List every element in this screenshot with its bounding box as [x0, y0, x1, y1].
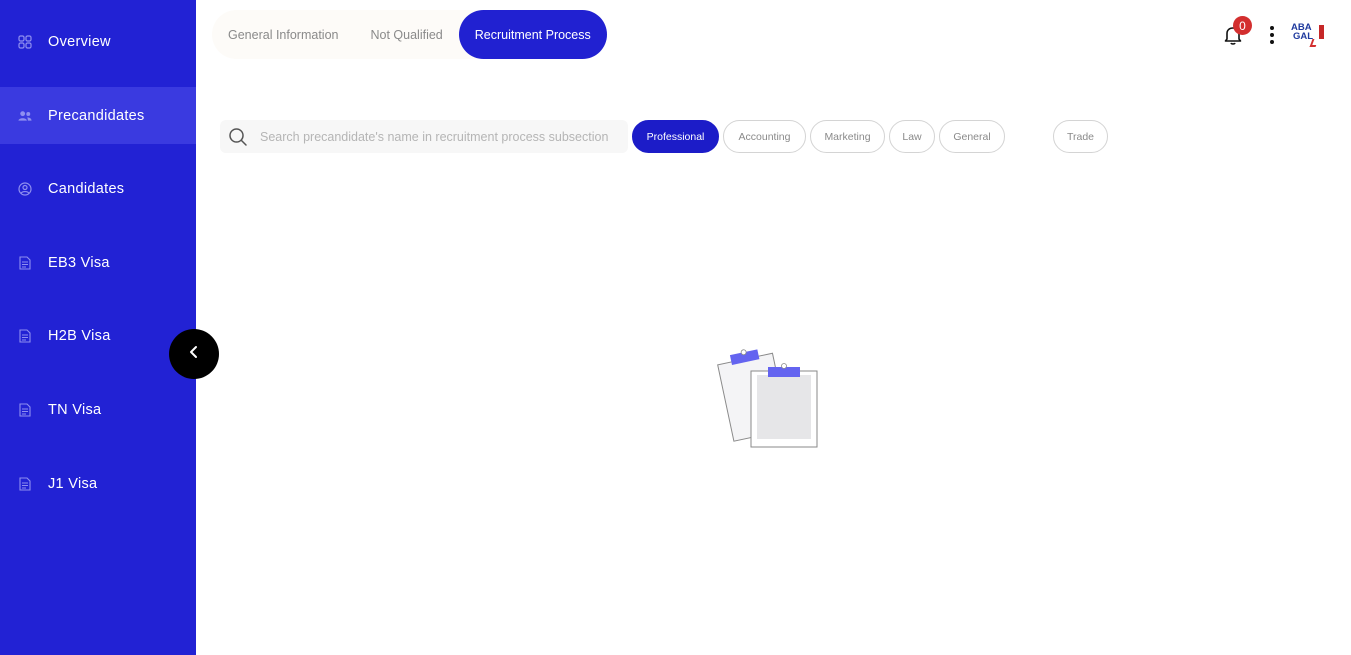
logo-swoosh — [1309, 39, 1319, 47]
tab-recruitment-process[interactable]: Recruitment Process — [458, 10, 607, 59]
notification-count-badge: 0 — [1233, 16, 1252, 35]
bell-icon — [1222, 27, 1244, 50]
sidebar-item-label: EB3 Visa — [48, 254, 110, 271]
more-vertical-icon — [1270, 26, 1274, 30]
tab-general-information[interactable]: General Information — [212, 10, 354, 59]
section-tabs: General Information Not Qualified Recrui… — [212, 10, 607, 59]
sidebar-item-overview[interactable]: Overview — [0, 13, 196, 70]
search-bar — [220, 120, 628, 153]
clipboard-empty-icon — [714, 347, 820, 449]
sidebar-item-eb3-visa[interactable]: EB3 Visa — [0, 234, 196, 291]
sidebar-item-candidates[interactable]: Candidates — [0, 160, 196, 217]
sidebar-item-label: Precandidates — [48, 107, 145, 124]
sidebar-item-label: J1 Visa — [48, 475, 98, 492]
sidebar-item-label: Overview — [48, 33, 111, 50]
document-icon — [18, 402, 32, 417]
user-circle-icon — [18, 181, 32, 196]
search-icon — [228, 127, 248, 147]
sidebar-collapse-button[interactable] — [169, 329, 219, 379]
filter-chip-accounting[interactable]: Accounting — [723, 120, 806, 153]
sidebar-item-j1-visa[interactable]: J1 Visa — [0, 455, 196, 512]
filter-chip-professional[interactable]: Professional — [632, 120, 719, 153]
sidebar-item-tn-visa[interactable]: TN Visa — [0, 381, 196, 438]
grid-icon — [18, 34, 32, 49]
filter-chip-marketing[interactable]: Marketing — [810, 120, 885, 153]
document-icon — [18, 476, 32, 491]
sidebar-item-label: H2B Visa — [48, 327, 111, 344]
search-input[interactable] — [260, 120, 620, 153]
sidebar: Overview Precandidates Candidates EB3 Vi… — [0, 0, 196, 655]
filter-chip-trade[interactable]: Trade — [1053, 120, 1108, 153]
document-icon — [18, 328, 32, 343]
sidebar-item-label: Candidates — [48, 180, 125, 197]
filter-chip-law[interactable]: Law — [889, 120, 935, 153]
chevron-left-icon — [188, 345, 200, 364]
sidebar-item-h2b-visa[interactable]: H2B Visa — [0, 307, 196, 364]
more-options-button[interactable] — [1264, 25, 1280, 45]
filter-chip-general[interactable]: General — [939, 120, 1005, 153]
sidebar-item-precandidates[interactable]: Precandidates — [0, 87, 196, 144]
sidebar-item-label: TN Visa — [48, 401, 102, 418]
tab-not-qualified[interactable]: Not Qualified — [354, 10, 458, 59]
users-icon — [18, 109, 32, 123]
logo-text-line2: GAL — [1293, 31, 1314, 42]
logo-flag — [1319, 25, 1324, 39]
company-logo: ABA GAL — [1291, 22, 1325, 48]
document-icon — [18, 255, 32, 270]
